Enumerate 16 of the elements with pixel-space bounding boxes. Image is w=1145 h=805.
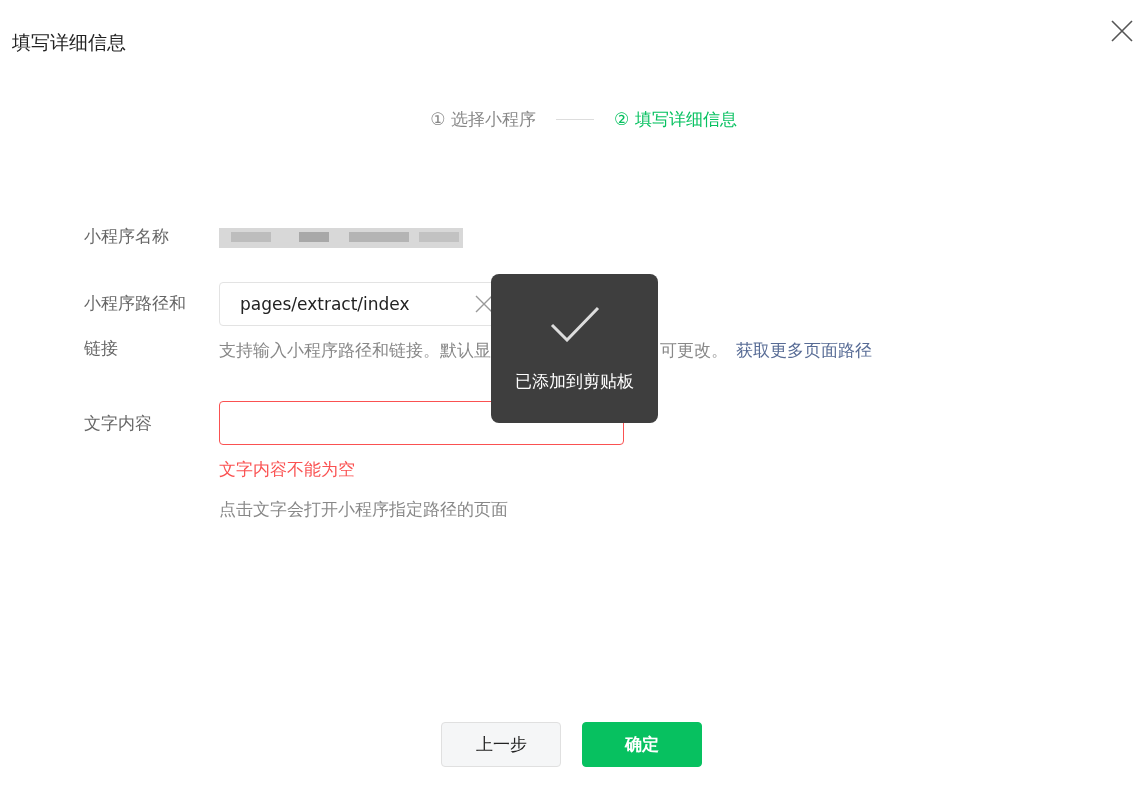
error-message: 文字内容不能为空	[219, 458, 356, 481]
step: ② 填写详细信息	[614, 108, 737, 131]
check-icon	[549, 306, 600, 342]
page-path-link[interactable]: 获取更多页面路径	[736, 339, 872, 362]
field-label: 小程序路径和链接	[84, 292, 187, 360]
toast-message: 已添加到剪贴板	[515, 370, 634, 393]
dialog-title: 填写详细信息	[12, 30, 126, 55]
hint-text: 点击文字会打开小程序指定路径的页面	[219, 498, 509, 521]
hint-text: 支持输入小程序路径和链接。默认显	[219, 339, 491, 362]
field-label: 文字内容	[84, 412, 153, 435]
back-button[interactable]: 上一步	[441, 722, 561, 767]
step: ① 选择小程序	[430, 108, 536, 131]
hint-text: 可更改。	[660, 339, 728, 362]
close-icon[interactable]	[1111, 20, 1133, 42]
clear-icon[interactable]	[475, 295, 493, 313]
field-label: 小程序名称	[84, 224, 170, 248]
